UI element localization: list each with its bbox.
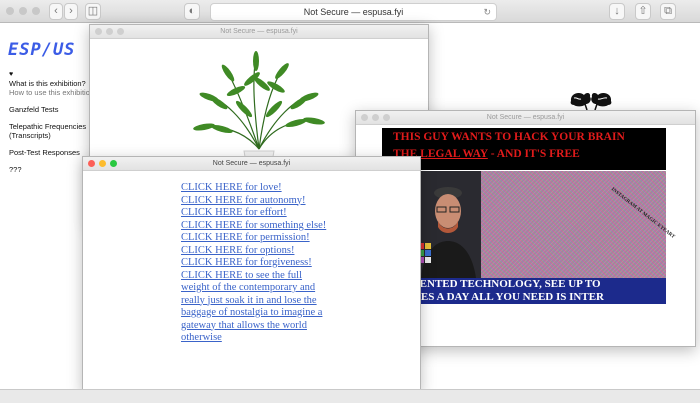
link-something-else[interactable]: CLICK HERE for something else! <box>181 220 331 233</box>
window-titlebar[interactable]: Not Secure — espusa.fyi <box>356 111 695 125</box>
link-full-weight[interactable]: CLICK HERE to see the full weight of the… <box>181 270 331 345</box>
ad-headline-2: THE LEGAL WAY - AND IT'S FREE <box>393 148 580 160</box>
window-title: Not Secure — espusa.fyi <box>220 28 298 35</box>
back-button[interactable]: ‹ <box>49 3 63 20</box>
nav-item-what-is-exhibition[interactable]: What is this exhibition? How to use this… <box>9 79 99 97</box>
link-love[interactable]: CLICK HERE for love! <box>181 182 331 195</box>
window-titlebar[interactable]: Not Secure — espusa.fyi <box>83 157 420 171</box>
link-list: CLICK HERE for love! CLICK HERE for auto… <box>181 182 331 345</box>
popup-window-links[interactable]: Not Secure — espusa.fyi CLICK HERE for l… <box>82 156 421 391</box>
zoom-window-button[interactable] <box>32 7 40 15</box>
minimize-window-button[interactable] <box>106 28 113 35</box>
close-window-button[interactable] <box>361 114 368 121</box>
window-titlebar[interactable]: Not Secure — espusa.fyi <box>90 25 428 39</box>
address-text: Not Secure — espusa.fyi <box>303 7 404 17</box>
link-effort[interactable]: CLICK HERE for effort! <box>181 207 331 220</box>
nav-label: What is this exhibition? <box>9 79 86 88</box>
window-title: Not Secure — espusa.fyi <box>212 160 291 167</box>
minimize-window-button[interactable] <box>372 114 379 121</box>
ad-banner-bottom[interactable]: G PATENTED TECHNOLOGY, SEE UP TO MAGES A… <box>382 278 666 304</box>
close-window-button[interactable] <box>6 7 14 15</box>
link-autonomy[interactable]: CLICK HERE for autonomy! <box>181 195 331 208</box>
man-photo <box>416 171 481 278</box>
close-window-button[interactable] <box>88 160 95 167</box>
heart-icon: ♥ <box>9 71 14 78</box>
forward-button[interactable]: › <box>64 3 78 20</box>
tabs-overview-icon[interactable]: ⧉ <box>660 3 676 20</box>
zoom-window-button[interactable] <box>110 160 117 167</box>
ad-headline-rest: - AND IT'S FREE <box>487 148 580 160</box>
share-icon[interactable]: ⇧ <box>635 3 651 20</box>
nav-item-telepathic-frequencies[interactable]: Telepathic Frequencies (Transcripts) <box>9 122 99 140</box>
privacy-shield-icon[interactable]: ◐ <box>184 3 200 20</box>
download-icon[interactable]: ↓ <box>609 3 625 20</box>
nav-sublabel: How to use this exhibition? <box>9 88 99 97</box>
site-logo[interactable]: ESP/US <box>8 40 75 60</box>
ad-bottom-line-2: MAGES A DAY ALL YOU NEED IS INTER <box>394 291 604 303</box>
link-options[interactable]: CLICK HERE for options! <box>181 245 331 258</box>
brain-icon <box>570 92 612 111</box>
link-forgiveness[interactable]: CLICK HERE for forgiveness! <box>181 257 331 270</box>
zoom-window-button[interactable] <box>383 114 390 121</box>
minimize-window-button[interactable] <box>99 160 106 167</box>
address-bar[interactable]: Not Secure — espusa.fyi ↻ <box>210 3 497 21</box>
magic-eye-stereogram <box>481 171 666 278</box>
sidebar-icon[interactable]: ◫ <box>85 3 101 20</box>
window-title: Not Secure — espusa.fyi <box>486 114 565 121</box>
ad-banner-top[interactable]: THIS GUY WANTS TO HACK YOUR BRAIN THE LE… <box>382 128 666 170</box>
browser-toolbar: ‹ › ◫ ◐ Not Secure — espusa.fyi ↻ ↓ ⇧ ⧉ <box>0 0 700 23</box>
minimize-window-button[interactable] <box>19 7 27 15</box>
reload-icon[interactable]: ↻ <box>483 4 491 20</box>
zoom-window-button[interactable] <box>117 28 124 35</box>
close-window-button[interactable] <box>95 28 102 35</box>
window-bottom-edge <box>0 389 700 403</box>
ad-headline-1: THIS GUY WANTS TO HACK YOUR BRAIN <box>393 131 625 143</box>
link-permission[interactable]: CLICK HERE for permission! <box>181 232 331 245</box>
nav-item-ganzfeld-tests[interactable]: Ganzfeld Tests <box>9 105 99 114</box>
